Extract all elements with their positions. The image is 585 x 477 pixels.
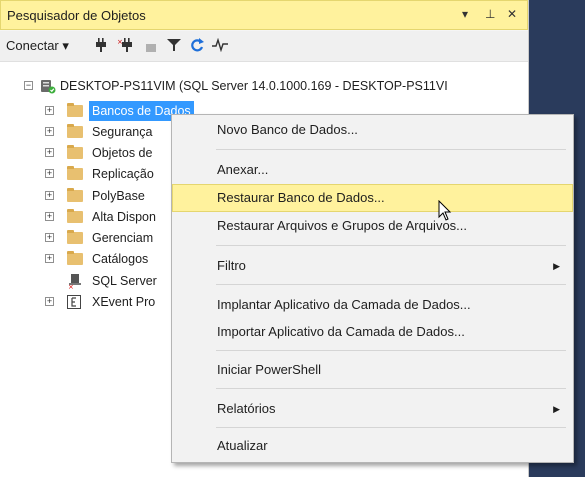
folder-icon [67,251,83,265]
server-icon [40,79,56,100]
expand-icon[interactable]: + [45,297,54,306]
connect-button[interactable]: Conectar ▾ [6,38,69,54]
tree-node-label: SQL Server [92,274,157,288]
pin-icon[interactable]: ⊥ [485,7,495,21]
folder-icon [67,188,83,202]
svg-text:×: × [68,283,74,289]
tree-node-label: Catálogos [92,252,149,266]
submenu-arrow-icon: ▶ [553,404,560,414]
activity-monitor-icon[interactable] [212,37,228,55]
menu-item-label: Novo Banco de Dados... [217,122,358,137]
toolbar: Conectar ▾ × [0,31,528,62]
tree-node-server[interactable]: − DESKTOP-PS11VIM (SQL Server 14.0.1000.… [0,76,528,96]
menu-item-label: Filtro [217,258,246,273]
panel-titlebar: Pesquisador de Objetos ▾ ⊥ ✕ [0,0,528,30]
expand-icon[interactable]: + [45,233,54,242]
menu-item-reports[interactable]: Relatórios ▶ [173,396,572,422]
tree-node-label: Segurança [92,125,153,139]
expand-icon[interactable]: + [45,254,54,263]
folder-icon [67,124,83,138]
server-label: DESKTOP-PS11VIM (SQL Server 14.0.1000.16… [60,79,448,93]
expand-icon[interactable]: + [45,127,54,136]
folder-icon [67,166,83,180]
folder-icon [67,103,83,117]
expand-icon[interactable]: + [45,148,54,157]
xevent-icon [67,295,81,315]
menu-item-import-data-tier[interactable]: Importar Aplicativo da Camada de Dados..… [173,319,572,345]
menu-item-refresh[interactable]: Atualizar [173,433,572,459]
tree-node-label: Gerenciam [92,231,154,245]
mouse-cursor-icon [438,199,452,225]
menu-item-label: Atualizar [217,438,268,453]
tree-node-label: XEvent Pro [92,295,156,309]
stop-icon[interactable] [146,42,156,57]
expand-icon[interactable]: + [45,212,54,221]
filter-icon[interactable] [167,38,181,55]
menu-item-restore-database[interactable]: Restaurar Banco de Dados... [172,184,573,212]
svg-text:×: × [117,38,123,46]
menu-item-label: Relatórios [217,401,276,416]
tree-node-label: Replicação [92,167,154,181]
menu-separator [216,388,566,389]
disconnect-icon[interactable]: × [117,38,133,55]
dropdown-icon[interactable]: ▾ [462,7,468,21]
panel-title: Pesquisador de Objetos [7,8,146,23]
menu-item-filter[interactable]: Filtro ▶ [173,253,572,279]
folder-icon [67,145,83,159]
menu-separator [216,284,566,285]
folder-icon [67,230,83,244]
menu-item-label: Implantar Aplicativo da Camada de Dados.… [217,297,471,312]
refresh-icon[interactable] [190,38,204,55]
context-menu: Novo Banco de Dados... Anexar... Restaur… [171,114,574,463]
sql-agent-icon: × [67,273,83,295]
menu-item-label: Restaurar Banco de Dados... [217,190,385,205]
menu-item-deploy-data-tier[interactable]: Implantar Aplicativo da Camada de Dados.… [173,292,572,318]
folder-icon [67,209,83,223]
menu-item-label: Restaurar Arquivos e Grupos de Arquivos.… [217,218,468,233]
menu-item-label: Iniciar PowerShell [217,362,322,377]
submenu-arrow-icon: ▶ [553,261,560,271]
menu-item-start-powershell[interactable]: Iniciar PowerShell [173,357,572,383]
menu-item-attach[interactable]: Anexar... [173,157,572,183]
collapse-icon[interactable]: − [24,81,33,90]
tree-node-label: PolyBase [92,189,145,203]
connect-plug-icon[interactable] [95,38,107,55]
menu-separator [216,245,566,246]
menu-separator [216,427,566,428]
menu-item-restore-files[interactable]: Restaurar Arquivos e Grupos de Arquivos.… [173,213,572,239]
close-icon[interactable]: ✕ [507,7,517,21]
menu-item-label: Importar Aplicativo da Camada de Dados..… [217,324,465,339]
expand-icon[interactable]: + [45,106,54,115]
menu-item-label: Anexar... [217,162,269,177]
menu-separator [216,350,566,351]
menu-item-new-database[interactable]: Novo Banco de Dados... [173,117,572,143]
expand-icon[interactable]: + [45,169,54,178]
menu-separator [216,149,566,150]
tree-node-label: Objetos de [92,146,153,160]
tree-node-label: Alta Dispon [92,210,156,224]
expand-icon[interactable]: + [45,191,54,200]
